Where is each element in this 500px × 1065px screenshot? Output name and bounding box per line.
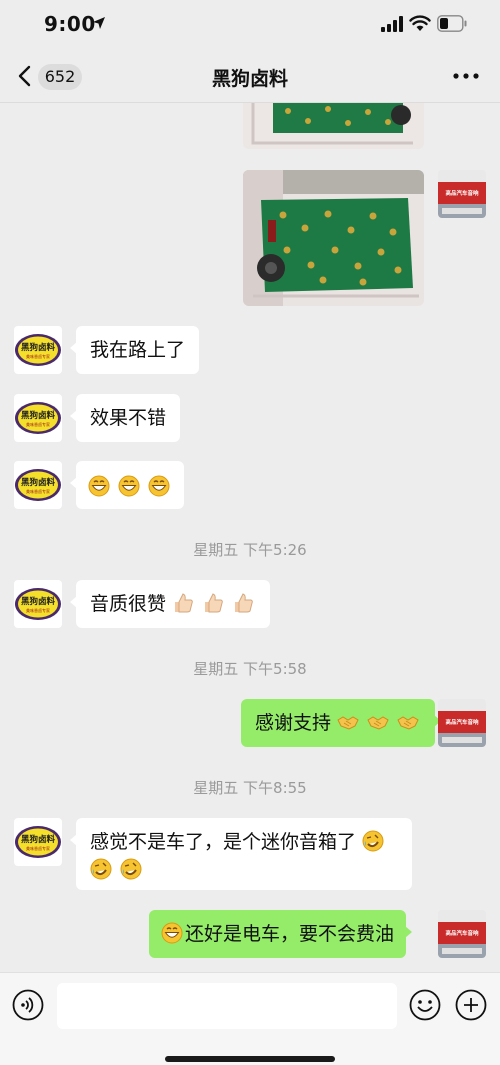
rolling-laughing-icon [120, 858, 142, 880]
home-indicator [165, 1056, 335, 1062]
contact-avatar[interactable]: 黑狗卤料 美味香卤专家 [14, 818, 62, 866]
outgoing-message: 还好是电车，要不会费油 [149, 910, 413, 958]
rolling-laughing-icon [90, 858, 112, 880]
storefront-sign-text: 高品汽车音响 [445, 720, 479, 726]
message-text: 感谢支持 [255, 712, 332, 734]
incoming-message: 我在路上了 [69, 326, 200, 374]
status-bar: 9:00 [0, 0, 500, 50]
outgoing-message: 感谢支持 [241, 699, 442, 747]
incoming-message: 音质很赞 [69, 580, 271, 628]
thumbs-up-icon [175, 593, 193, 613]
car-door-photo [243, 103, 424, 149]
grinning-face-icon [161, 922, 183, 944]
my-avatar[interactable]: 高品汽车音响 [438, 699, 486, 747]
grinning-face-icon [148, 475, 170, 497]
thumbs-up-icon [205, 593, 223, 613]
contact-logo-subtext: 美味香卤专家 [26, 608, 50, 613]
voice-input-icon[interactable] [12, 989, 44, 1021]
battery-icon [437, 15, 467, 32]
wifi-icon [409, 15, 431, 31]
storefront-sign-text: 高品汽车音响 [445, 931, 479, 937]
image-message-car-door-1[interactable] [243, 103, 424, 149]
timestamp: 星期五 下午5:58 [193, 660, 307, 678]
contact-avatar[interactable]: 黑狗卤料 美味香卤专家 [14, 461, 62, 509]
more-options-icon[interactable] [452, 68, 480, 84]
handshake-icon [337, 716, 359, 730]
status-time: 9:00 [44, 12, 96, 36]
message-text: 我在路上了 [90, 339, 186, 361]
my-avatar[interactable]: 高品汽车音响 [438, 170, 486, 218]
contact-avatar[interactable]: 黑狗卤料 美味香卤专家 [14, 326, 62, 374]
chat-title: 黑狗卤料 [211, 68, 288, 90]
contact-logo-subtext: 美味香卤专家 [26, 354, 50, 359]
incoming-emoji-message [69, 461, 185, 509]
input-bar [0, 972, 500, 1065]
contact-logo-subtext: 美味香卤专家 [26, 489, 50, 494]
contact-avatar[interactable]: 黑狗卤料 美味香卤专家 [14, 580, 62, 628]
message-text: 效果不错 [90, 407, 167, 429]
contact-logo-subtext: 美味香卤专家 [26, 846, 50, 851]
thumbs-up-icon [235, 593, 253, 613]
handshake-icon [397, 716, 419, 730]
contact-logo-text: 黑狗卤料 [20, 835, 55, 845]
contact-logo-text: 黑狗卤料 [20, 597, 55, 607]
location-arrow-icon [93, 17, 105, 29]
timestamp: 星期五 下午8:55 [193, 779, 307, 797]
handshake-icon [367, 716, 389, 730]
timestamp: 星期五 下午5:26 [193, 541, 307, 559]
image-message-car-door-2[interactable] [243, 170, 424, 306]
contact-logo-text: 黑狗卤料 [20, 411, 55, 421]
contact-logo-text: 黑狗卤料 [20, 478, 55, 488]
cellular-signal-icon [381, 16, 403, 32]
storefront-sign-text: 高品汽车音响 [445, 191, 479, 197]
contact-logo-text: 黑狗卤料 [20, 343, 55, 353]
grinning-face-icon [118, 475, 140, 497]
message-text: 还好是电车，要不会费油 [185, 923, 395, 945]
car-door-photo [243, 170, 424, 306]
grinning-face-icon [88, 475, 110, 497]
add-more-icon[interactable] [455, 989, 487, 1021]
my-avatar[interactable]: 高品汽车音响 [438, 910, 486, 958]
chat-header: 652 黑狗卤料 [0, 50, 500, 103]
message-text: 音质很赞 [90, 593, 167, 615]
rolling-laughing-icon [362, 830, 384, 852]
incoming-message: 感觉不是车了，是个迷你音箱了 [70, 818, 412, 890]
contact-logo-subtext: 美味香卤专家 [26, 422, 50, 427]
incoming-message: 效果不错 [69, 394, 181, 442]
emoji-picker-icon[interactable] [409, 989, 441, 1021]
message-input[interactable] [57, 983, 397, 1029]
contact-avatar[interactable]: 黑狗卤料 美味香卤专家 [14, 394, 62, 442]
message-text: 感觉不是车了，是个迷你音箱了 [90, 831, 357, 853]
